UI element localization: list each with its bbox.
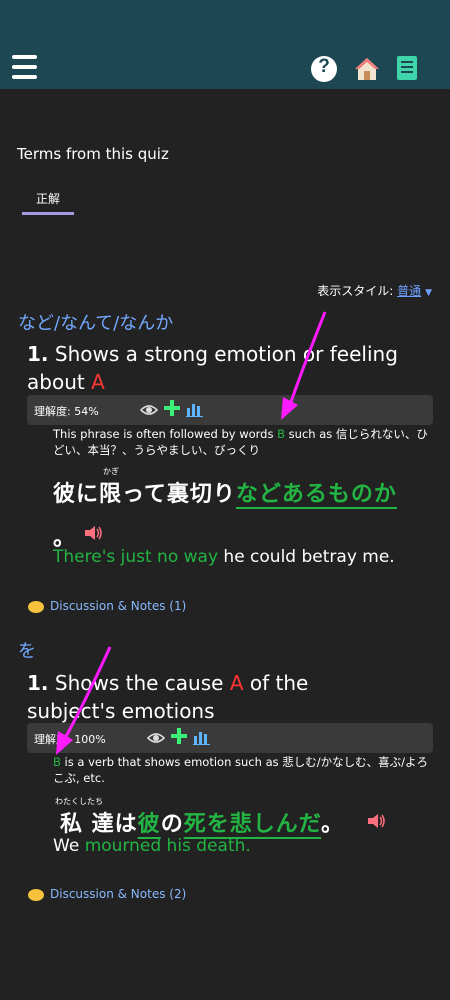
chevron-down-icon[interactable]: ▼ xyxy=(425,288,432,298)
tab-active-indicator xyxy=(22,212,74,215)
understanding-bar: 理解度: 54% xyxy=(27,395,433,425)
usage-note: This phrase is often followed by words B… xyxy=(53,427,428,457)
speech-bubble-icon xyxy=(28,600,44,613)
marker-b: B xyxy=(53,755,61,769)
grammar-point-title[interactable]: を xyxy=(18,637,36,663)
understanding-bar: 理解度: 100% xyxy=(27,723,433,753)
speaker-icon[interactable] xyxy=(85,526,103,540)
marker-b: B xyxy=(277,427,286,441)
notebook-icon[interactable] xyxy=(397,56,417,80)
example-sentence-en: There's just no way he could betray me. xyxy=(53,547,395,567)
discussion-link[interactable]: Discussion & Notes (2) xyxy=(28,887,186,901)
marker-a: A xyxy=(91,370,105,394)
discussion-link[interactable]: Discussion & Notes (1) xyxy=(28,599,186,613)
hamburger-menu-icon[interactable] xyxy=(12,55,37,79)
tab-correct[interactable]: 正解 xyxy=(22,190,74,207)
example-sentence-jp: 私 達は彼の死を悲しんだ。 xyxy=(60,812,345,837)
understanding-label: 理解度: 54% xyxy=(34,405,99,418)
meaning-text: 1. Shows the cause A of the subject's em… xyxy=(27,671,309,723)
help-icon[interactable]: ? xyxy=(311,56,337,82)
add-icon[interactable] xyxy=(163,399,181,417)
display-style-label: 表示スタイル: xyxy=(317,284,394,298)
home-icon[interactable] xyxy=(354,56,380,82)
speech-bubble-icon xyxy=(28,888,44,901)
grammar-point-title[interactable]: など/なんて/なんか xyxy=(18,309,173,335)
add-icon[interactable] xyxy=(170,727,188,745)
meaning-text: 1. Shows a strong emotion or feeling abo… xyxy=(27,342,398,394)
stats-icon[interactable] xyxy=(193,729,210,745)
example-sentence-jp: 彼に限って裏切りなどあるものか xyxy=(53,482,397,507)
eye-icon[interactable] xyxy=(147,729,165,747)
grammar-highlight: などあるものか xyxy=(235,482,397,507)
usage-note: B is a verb that shows emotion such as 悲… xyxy=(53,755,429,785)
speaker-icon[interactable] xyxy=(368,814,386,828)
understanding-label: 理解度: 100% xyxy=(34,733,106,746)
display-style-selector[interactable]: 表示スタイル: 普通 ▼ xyxy=(317,282,432,299)
top-bar: ? xyxy=(0,0,450,89)
example-sentence-en: We mourned his death. xyxy=(53,836,251,856)
display-style-value[interactable]: 普通 xyxy=(397,284,421,298)
eye-icon[interactable] xyxy=(140,401,158,419)
stats-icon[interactable] xyxy=(186,401,203,417)
page-title: Terms from this quiz xyxy=(17,145,169,163)
marker-a: A xyxy=(229,671,244,695)
